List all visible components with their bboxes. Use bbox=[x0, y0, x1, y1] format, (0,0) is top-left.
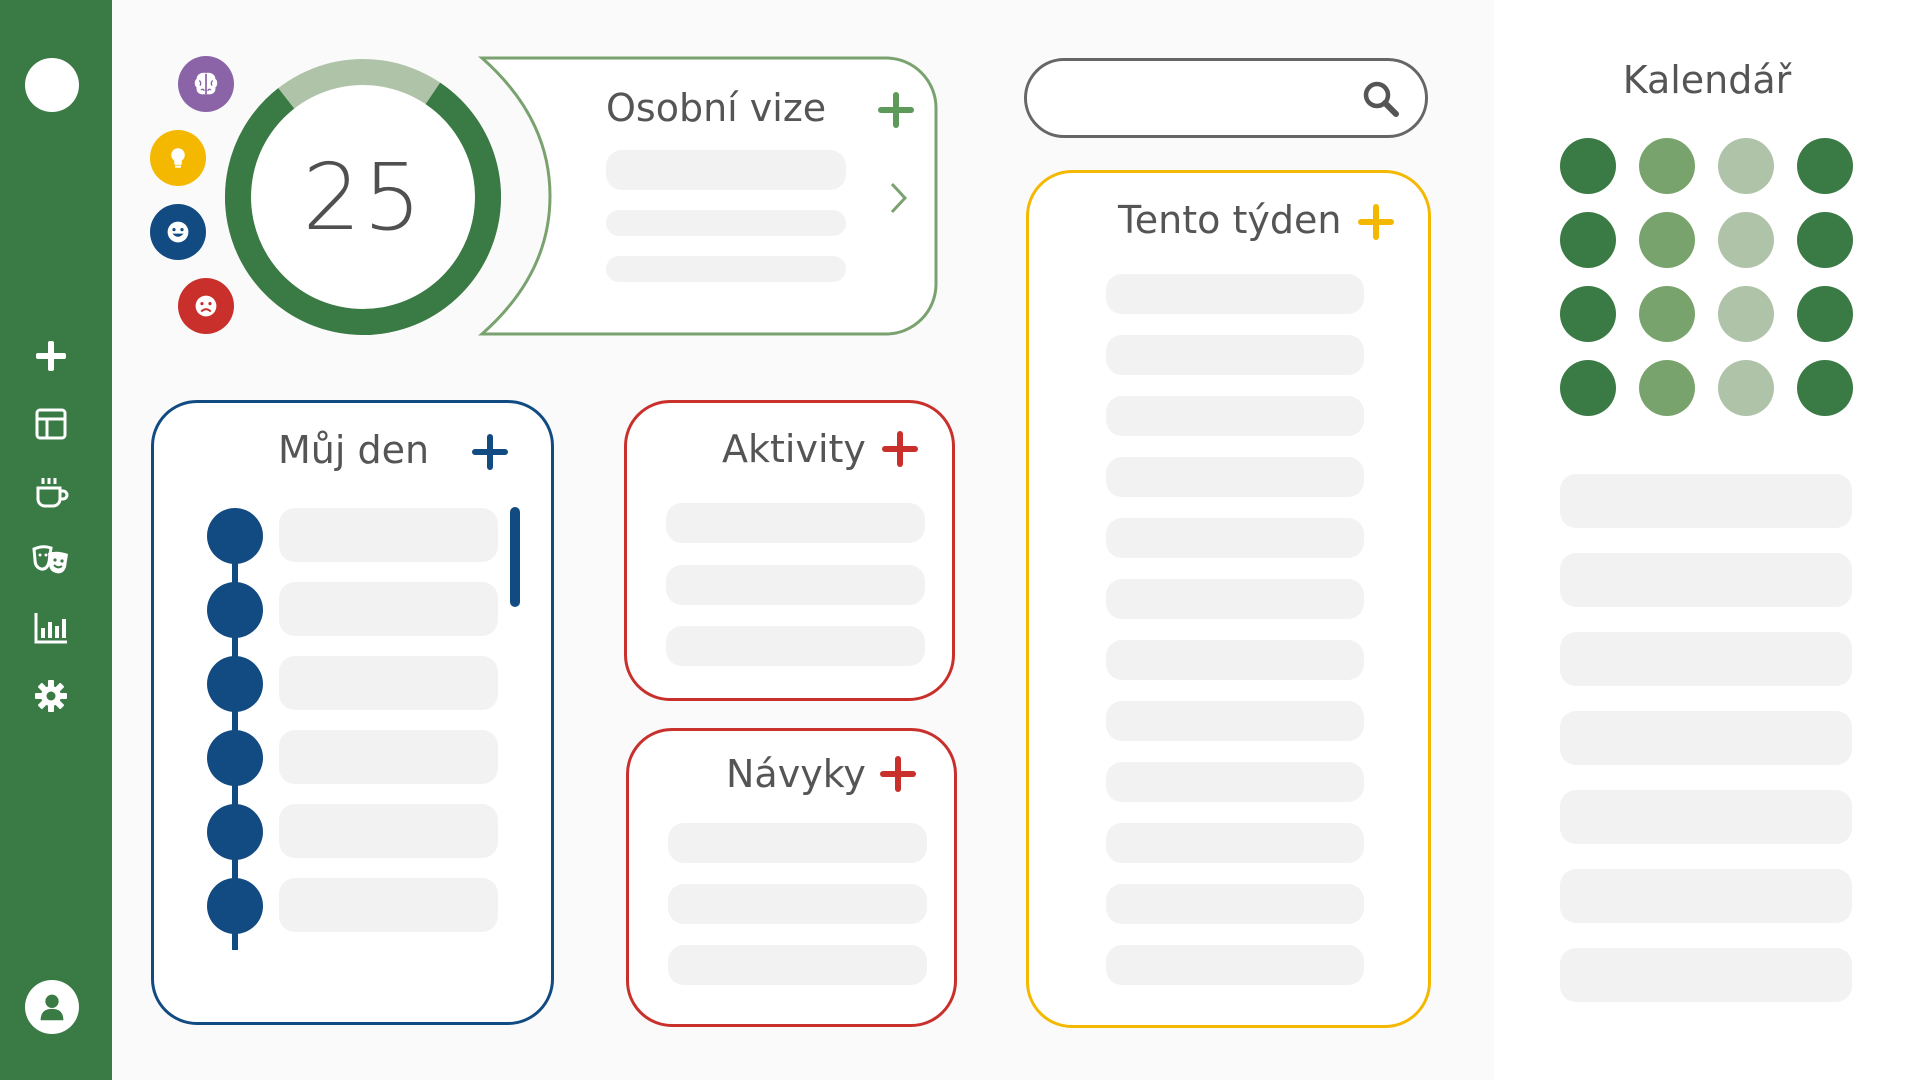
add-my-day-button[interactable] bbox=[472, 434, 508, 470]
calendar-day-dot[interactable] bbox=[1718, 138, 1774, 194]
habit-item[interactable] bbox=[668, 884, 927, 924]
my-day-item[interactable] bbox=[279, 508, 498, 562]
this-week-title: Tento týden bbox=[1118, 198, 1342, 242]
calendar-item[interactable] bbox=[1560, 790, 1852, 844]
my-day-item[interactable] bbox=[279, 582, 498, 636]
add-vision-button[interactable] bbox=[878, 92, 914, 128]
activity-item[interactable] bbox=[666, 503, 925, 543]
activities-title: Aktivity bbox=[722, 427, 866, 471]
calendar-day-dot[interactable] bbox=[1797, 212, 1853, 268]
timeline-dot[interactable] bbox=[207, 730, 263, 786]
habits-title: Návyky bbox=[726, 752, 866, 796]
calendar-item[interactable] bbox=[1560, 474, 1852, 528]
search-input[interactable] bbox=[1053, 75, 1353, 121]
this-week-item[interactable] bbox=[1106, 274, 1364, 314]
my-day-item[interactable] bbox=[279, 656, 498, 710]
calendar-day-dot[interactable] bbox=[1797, 286, 1853, 342]
calendar-title: Kalendář bbox=[1622, 58, 1792, 102]
my-day-title: Můj den bbox=[278, 428, 430, 472]
this-week-item[interactable] bbox=[1106, 884, 1364, 924]
this-week-item[interactable] bbox=[1106, 518, 1364, 558]
statistics-icon[interactable] bbox=[28, 605, 74, 651]
add-this-week-button[interactable] bbox=[1358, 204, 1394, 240]
add-habit-button[interactable] bbox=[880, 756, 916, 792]
chevron-right-icon[interactable] bbox=[888, 180, 910, 216]
score-ring[interactable]: 25 bbox=[220, 54, 506, 340]
calendar-day-dot[interactable] bbox=[1718, 212, 1774, 268]
settings-icon[interactable] bbox=[28, 673, 74, 719]
calendar-day-dot[interactable] bbox=[1560, 212, 1616, 268]
vision-title: Osobní vize bbox=[606, 86, 827, 130]
calendar-day-dot[interactable] bbox=[1797, 360, 1853, 416]
calendar-day-dot[interactable] bbox=[1639, 212, 1695, 268]
timeline-dot[interactable] bbox=[207, 582, 263, 638]
calendar-day-dot[interactable] bbox=[1797, 138, 1853, 194]
dashboard-icon[interactable] bbox=[28, 401, 74, 447]
this-week-item[interactable] bbox=[1106, 335, 1364, 375]
search-box[interactable] bbox=[1024, 58, 1428, 138]
this-week-item[interactable] bbox=[1106, 762, 1364, 802]
score-value: 25 bbox=[302, 143, 424, 251]
timeline-dot[interactable] bbox=[207, 804, 263, 860]
calendar-day-dot[interactable] bbox=[1560, 138, 1616, 194]
this-week-item[interactable] bbox=[1106, 396, 1364, 436]
sidebar bbox=[0, 0, 112, 1080]
calendar-day-dot[interactable] bbox=[1718, 286, 1774, 342]
calendar-item[interactable] bbox=[1560, 632, 1852, 686]
my-day-item[interactable] bbox=[279, 804, 498, 858]
activity-item[interactable] bbox=[666, 626, 925, 666]
search-icon[interactable] bbox=[1359, 77, 1403, 121]
calendar-item[interactable] bbox=[1560, 869, 1852, 923]
my-day-item[interactable] bbox=[279, 730, 498, 784]
vision-line bbox=[606, 256, 846, 282]
calendar-item[interactable] bbox=[1560, 948, 1852, 1002]
add-activity-button[interactable] bbox=[882, 431, 918, 467]
calendar-day-dot[interactable] bbox=[1639, 360, 1695, 416]
my-day-item[interactable] bbox=[279, 878, 498, 932]
add-icon[interactable] bbox=[28, 333, 74, 379]
theater-masks-icon[interactable] bbox=[28, 537, 74, 583]
habit-item[interactable] bbox=[668, 945, 927, 985]
timeline-dot[interactable] bbox=[207, 508, 263, 564]
my-day-scrollbar[interactable] bbox=[510, 507, 520, 607]
timeline-dot[interactable] bbox=[207, 878, 263, 934]
app-logo[interactable] bbox=[25, 58, 79, 112]
this-week-item[interactable] bbox=[1106, 701, 1364, 741]
calendar-item[interactable] bbox=[1560, 711, 1852, 765]
this-week-item[interactable] bbox=[1106, 823, 1364, 863]
user-avatar[interactable] bbox=[25, 980, 79, 1034]
lightbulb-icon[interactable] bbox=[150, 130, 206, 186]
calendar-day-dot[interactable] bbox=[1639, 286, 1695, 342]
this-week-item[interactable] bbox=[1106, 579, 1364, 619]
calendar-item[interactable] bbox=[1560, 553, 1852, 607]
vision-line bbox=[606, 150, 846, 190]
vision-line bbox=[606, 210, 846, 236]
calendar-day-dot[interactable] bbox=[1560, 286, 1616, 342]
calendar-day-dot[interactable] bbox=[1718, 360, 1774, 416]
activity-item[interactable] bbox=[666, 565, 925, 605]
this-week-item[interactable] bbox=[1106, 457, 1364, 497]
this-week-item[interactable] bbox=[1106, 945, 1364, 985]
calendar-day-dot[interactable] bbox=[1560, 360, 1616, 416]
coffee-icon[interactable] bbox=[28, 469, 74, 515]
calendar-day-dot[interactable] bbox=[1639, 138, 1695, 194]
timeline-dot[interactable] bbox=[207, 656, 263, 712]
habit-item[interactable] bbox=[668, 823, 927, 863]
smile-icon[interactable] bbox=[150, 204, 206, 260]
this-week-item[interactable] bbox=[1106, 640, 1364, 680]
